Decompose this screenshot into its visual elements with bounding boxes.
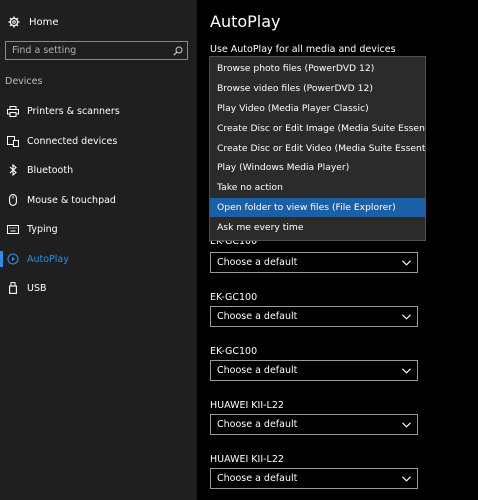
keyboard-icon — [5, 224, 21, 234]
device-label: HUAWEI KII-L22 — [210, 400, 284, 411]
sidebar-item-printers[interactable]: Printers & scanners — [0, 99, 197, 123]
device-default-select[interactable]: Choose a default — [210, 468, 418, 489]
sidebar-item-label: Mouse & touchpad — [27, 194, 116, 206]
sidebar-item-mouse[interactable]: Mouse & touchpad — [0, 188, 197, 212]
search-icon — [173, 46, 183, 56]
device-label: HUAWEI KII-L22 — [210, 454, 284, 465]
search-placeholder: Find a setting — [12, 45, 77, 56]
sidebar-item-bluetooth[interactable]: Bluetooth — [0, 158, 197, 182]
autoplay-icon — [5, 253, 21, 265]
sidebar-item-label: AutoPlay — [27, 253, 69, 265]
chevron-down-icon — [402, 367, 411, 374]
select-value: Choose a default — [217, 257, 298, 268]
dropdown-option[interactable]: Browse photo files (PowerDVD 12) — [210, 59, 425, 79]
chevron-down-icon — [402, 259, 411, 266]
chevron-down-icon — [402, 421, 411, 428]
home-nav[interactable]: Home — [8, 14, 59, 30]
device-label: EK-GC100 — [210, 292, 258, 303]
sidebar-item-label: Bluetooth — [27, 164, 74, 176]
sidebar-item-autoplay[interactable]: AutoPlay — [0, 247, 197, 271]
device-default-select[interactable]: Choose a default — [210, 414, 418, 435]
device-default-select[interactable]: Choose a default — [210, 252, 418, 273]
device-default-select[interactable]: Choose a default — [210, 360, 418, 381]
sidebar-item-label: Printers & scanners — [27, 105, 120, 117]
device-label: EK-GC100 — [210, 346, 258, 357]
sidebar-item-label: Typing — [27, 223, 58, 235]
dropdown-option[interactable]: Create Disc or Edit Image (Media Suite E… — [210, 118, 425, 138]
dropdown-option[interactable]: Play (Windows Media Player) — [210, 158, 425, 178]
dropdown-option-selected[interactable]: Open folder to view files (File Explorer… — [210, 197, 425, 218]
sidebar-item-usb[interactable]: USB — [0, 276, 197, 300]
home-label: Home — [29, 16, 59, 28]
sidebar: Home Find a setting Devices Printers & s… — [0, 0, 197, 500]
chevron-down-icon — [402, 313, 411, 320]
bluetooth-icon — [5, 164, 21, 176]
dropdown-option[interactable]: Create Disc or Edit Video (Media Suite E… — [210, 138, 425, 158]
usb-icon — [5, 282, 21, 294]
autoplay-dropdown-list: Browse photo files (PowerDVD 12) Browse … — [209, 56, 426, 241]
connected-devices-icon — [5, 135, 21, 147]
select-value: Choose a default — [217, 365, 298, 376]
sidebar-item-connected-devices[interactable]: Connected devices — [0, 129, 197, 153]
page-title: AutoPlay — [210, 12, 281, 31]
dropdown-option[interactable]: Ask me every time — [210, 217, 425, 237]
sidebar-item-label: Connected devices — [27, 135, 118, 147]
gear-icon — [8, 16, 20, 28]
dropdown-option[interactable]: Take no action — [210, 178, 425, 198]
search-input[interactable]: Find a setting — [5, 41, 188, 60]
device-default-select[interactable]: Choose a default — [210, 306, 418, 327]
select-value: Choose a default — [217, 473, 298, 484]
dropdown-option[interactable]: Play Video (Media Player Classic) — [210, 99, 425, 119]
select-value: Choose a default — [217, 311, 298, 322]
sidebar-item-typing[interactable]: Typing — [0, 217, 197, 241]
select-value: Choose a default — [217, 419, 298, 430]
sidebar-item-label: USB — [27, 282, 47, 294]
printer-icon — [5, 105, 21, 117]
mouse-icon — [5, 194, 21, 206]
section-heading: Use AutoPlay for all media and devices — [210, 44, 396, 55]
chevron-down-icon — [402, 475, 411, 482]
dropdown-option[interactable]: Browse video files (PowerDVD 12) — [210, 79, 425, 99]
section-label-devices: Devices — [5, 76, 43, 87]
